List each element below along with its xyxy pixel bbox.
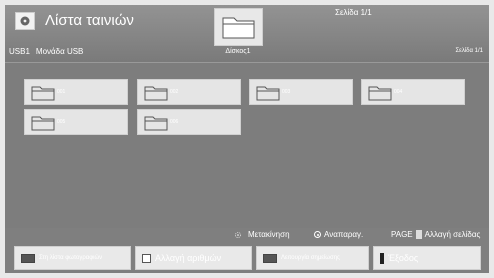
breadcrumb: USB1 Μονάδα USB bbox=[9, 47, 89, 56]
folder-item[interactable]: 004 bbox=[361, 79, 465, 105]
folder-item[interactable]: 003 bbox=[249, 79, 353, 105]
folder-item[interactable]: 006 bbox=[137, 109, 241, 135]
move-arrows-icon bbox=[235, 231, 241, 238]
movie-list-window: Λίστα ταινιών Δίσκος1 Σελίδα 1/1 Σελίδα … bbox=[5, 5, 489, 273]
folder-item[interactable]: 001 bbox=[24, 79, 128, 105]
folder-label: 003 bbox=[282, 89, 291, 95]
move-hint: Μετακίνηση bbox=[233, 230, 290, 239]
folder-icon bbox=[144, 116, 168, 131]
change-page-label: Αλλαγή σελίδας bbox=[424, 230, 481, 239]
page-indicator: Σελίδα 1/1 bbox=[335, 8, 372, 17]
ok-button-icon bbox=[314, 231, 321, 238]
folder-icon bbox=[31, 86, 55, 101]
color-key-icon bbox=[142, 253, 151, 263]
folder-item[interactable]: 002 bbox=[137, 79, 241, 105]
exit-button[interactable]: Έξοδος bbox=[373, 246, 481, 270]
folder-label: 006 bbox=[170, 119, 179, 125]
page-hint: PAGE Αλλαγή σελίδας bbox=[391, 230, 480, 239]
page-key-icon bbox=[415, 230, 422, 239]
button-label: Στη λίστα φωτογραφιών bbox=[39, 255, 103, 261]
movie-list-icon bbox=[15, 12, 35, 30]
color-key-icon bbox=[21, 253, 35, 263]
play-label: Αναπαραγ. bbox=[324, 230, 364, 239]
folder-icon bbox=[222, 17, 255, 39]
page-title: Λίστα ταινιών bbox=[45, 12, 134, 29]
folder-icon bbox=[256, 86, 280, 101]
button-label: Αλλαγή αριθμών bbox=[155, 253, 222, 263]
usb-name: Μονάδα USB bbox=[35, 47, 84, 56]
usb-device: USB1 bbox=[9, 47, 30, 56]
page-key-label: PAGE bbox=[391, 230, 413, 239]
button-label: Έξοδος bbox=[388, 253, 419, 263]
status-bar: Μετακίνηση Αναπαραγ. PAGE Αλλαγή σελίδας bbox=[5, 227, 489, 241]
color-key-icon bbox=[263, 253, 277, 263]
folder-icon bbox=[144, 86, 168, 101]
folder-icon bbox=[368, 86, 392, 101]
change-numbers-button[interactable]: Αλλαγή αριθμών bbox=[135, 246, 252, 270]
button-label: Λειτουργία σημείωσης bbox=[281, 255, 340, 261]
disk-selector[interactable] bbox=[214, 8, 263, 46]
folder-label: 001 bbox=[57, 89, 66, 95]
folder-grid: 001 002 003 004 005 006 bbox=[5, 62, 489, 228]
notes-mode-button[interactable]: Λειτουργία σημείωσης bbox=[256, 246, 369, 270]
photo-list-button[interactable]: Στη λίστα φωτογραφιών bbox=[14, 246, 131, 270]
folder-label: 005 bbox=[57, 119, 66, 125]
folder-label: 002 bbox=[170, 89, 179, 95]
play-hint: Αναπαραγ. bbox=[314, 230, 363, 239]
header-bar: Λίστα ταινιών Δίσκος1 Σελίδα 1/1 Σελίδα … bbox=[5, 5, 489, 62]
folder-label: 004 bbox=[394, 89, 403, 95]
folder-item[interactable]: 005 bbox=[24, 109, 128, 135]
move-label: Μετακίνηση bbox=[248, 230, 290, 239]
page-indicator-small: Σελίδα 1/1 bbox=[455, 48, 483, 54]
disk-label: Δίσκος1 bbox=[225, 48, 251, 55]
color-key-icon bbox=[380, 252, 384, 264]
button-bar: Στη λίστα φωτογραφιών Αλλαγή αριθμών Λει… bbox=[5, 242, 489, 273]
folder-icon bbox=[31, 116, 55, 131]
